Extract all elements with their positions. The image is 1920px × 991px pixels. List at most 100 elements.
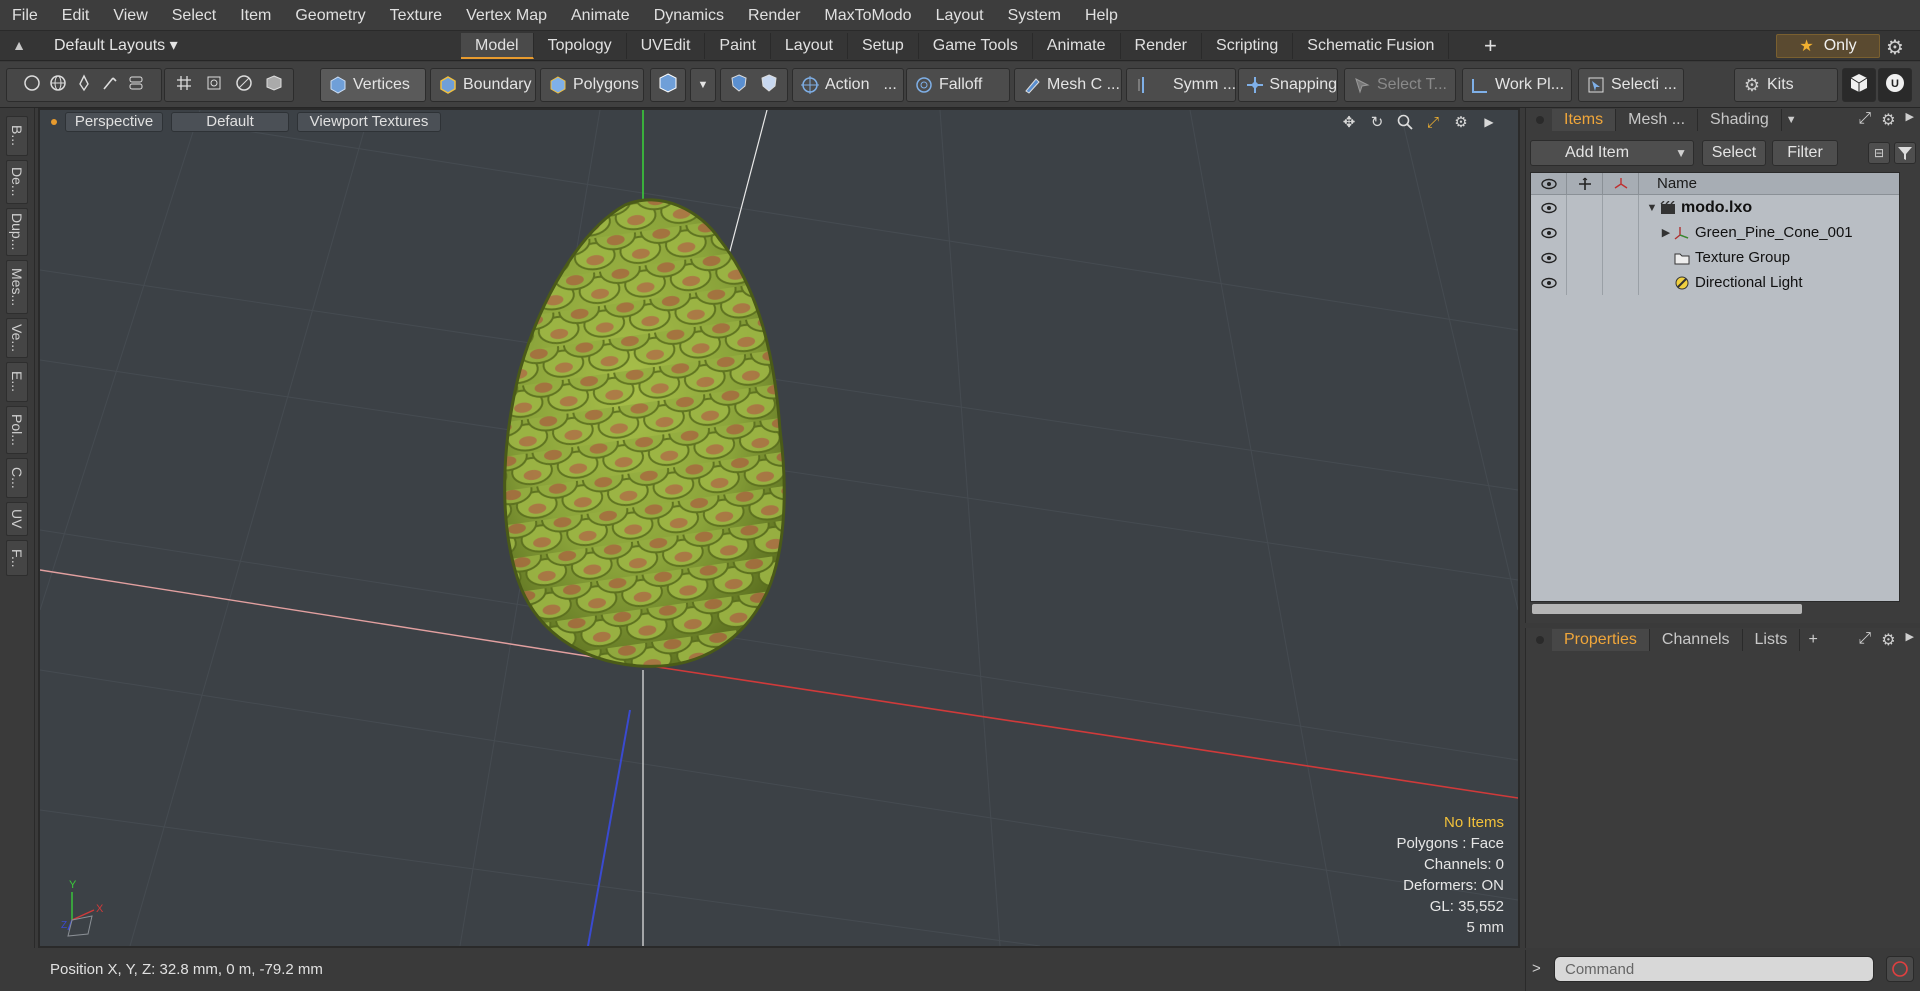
- tab-mesh-edit[interactable]: Mes...: [6, 260, 28, 314]
- boundary-button[interactable]: Boundary: [430, 68, 536, 102]
- tree-row-light[interactable]: Directional Light: [1531, 270, 1899, 295]
- lasso-icon[interactable]: [123, 74, 149, 97]
- collapse-all-icon[interactable]: ⊟: [1868, 142, 1890, 164]
- tab-shading[interactable]: Shading: [1698, 109, 1782, 131]
- tab-duplicate[interactable]: Dup...: [6, 208, 28, 256]
- menu-vertex-map[interactable]: Vertex Map: [454, 0, 559, 31]
- tab-vertex[interactable]: Ve...: [6, 318, 28, 358]
- tab-schematic-fusion[interactable]: Schematic Fusion: [1293, 33, 1450, 59]
- panel-more-icon[interactable]: ▶: [1906, 110, 1914, 130]
- tab-uvedit[interactable]: UVEdit: [627, 33, 706, 59]
- pine-cone-model[interactable]: [490, 190, 800, 680]
- mode-dropdown-button[interactable]: ▼: [690, 68, 716, 102]
- select-through-button[interactable]: Select T...: [1344, 68, 1456, 102]
- tab-edge[interactable]: E...: [6, 362, 28, 402]
- tab-mesh[interactable]: Mesh ...: [1616, 109, 1699, 131]
- panel-more-icon[interactable]: ▶: [1906, 630, 1914, 650]
- command-input[interactable]: [1554, 956, 1874, 982]
- panel-tabs-dropdown-icon[interactable]: ▼: [1786, 114, 1797, 126]
- tab-setup[interactable]: Setup: [848, 33, 919, 59]
- ring-icon[interactable]: [229, 74, 259, 97]
- menu-edit[interactable]: Edit: [50, 0, 102, 31]
- filter-button[interactable]: Filter: [1772, 140, 1838, 166]
- tab-lists[interactable]: Lists: [1743, 629, 1801, 651]
- menu-animate[interactable]: Animate: [559, 0, 642, 31]
- modo-cube-button[interactable]: [1842, 68, 1876, 102]
- expand-arrow-icon[interactable]: ▶: [1659, 226, 1673, 239]
- tree-row-texture-group[interactable]: Texture Group: [1531, 245, 1899, 270]
- tab-scripting[interactable]: Scripting: [1202, 33, 1294, 59]
- panel-gear-icon[interactable]: ⚙: [1881, 630, 1895, 650]
- visibility-eye-icon[interactable]: [1531, 270, 1567, 295]
- funnel-icon[interactable]: [1894, 142, 1916, 164]
- tab-render[interactable]: Render: [1121, 33, 1203, 59]
- menu-select[interactable]: Select: [160, 0, 228, 31]
- tab-deform[interactable]: De...: [6, 160, 28, 204]
- visibility-eye-icon[interactable]: [1531, 195, 1567, 220]
- menu-help[interactable]: Help: [1073, 0, 1130, 31]
- panel-menu-dot[interactable]: [1536, 116, 1544, 124]
- menu-system[interactable]: System: [996, 0, 1073, 31]
- add-item-button[interactable]: Add Item ▼: [1530, 140, 1694, 166]
- zoom-icon[interactable]: [1396, 113, 1414, 131]
- layout-dropdown[interactable]: Default Layouts ▾: [54, 35, 178, 57]
- brush-icon[interactable]: [97, 74, 123, 97]
- type-column-icon[interactable]: [1603, 173, 1639, 195]
- viewport-textures-button[interactable]: Viewport Textures: [297, 112, 441, 132]
- grid-icon[interactable]: [169, 74, 199, 97]
- menu-view[interactable]: View: [101, 0, 159, 31]
- tab-model[interactable]: Model: [461, 33, 534, 59]
- menu-render[interactable]: Render: [736, 0, 812, 31]
- visibility-column-icon[interactable]: [1531, 173, 1567, 195]
- visibility-eye-icon[interactable]: [1531, 220, 1567, 245]
- play-right-icon[interactable]: ▶: [1480, 113, 1498, 131]
- tab-polygon[interactable]: Pol...: [6, 406, 28, 454]
- command-history-arrow-icon[interactable]: >: [1532, 960, 1541, 977]
- tab-topology[interactable]: Topology: [534, 33, 627, 59]
- selection-sets-button[interactable]: Selecti ...: [1578, 68, 1684, 102]
- panel-gear-icon[interactable]: ⚙: [1881, 110, 1895, 130]
- viewport-menu-dot[interactable]: [51, 119, 57, 125]
- tree-row-scene[interactable]: ▼ modo.lxo: [1531, 195, 1899, 220]
- add-panel-tab-button[interactable]: +: [1808, 631, 1817, 649]
- menu-item[interactable]: Item: [228, 0, 283, 31]
- polygons-button[interactable]: Polygons: [540, 68, 644, 102]
- tab-channels[interactable]: Channels: [1650, 629, 1743, 651]
- snapping-button[interactable]: Snapping: [1238, 68, 1338, 102]
- tree-row-mesh[interactable]: ▶ Green_Pine_Cone_001: [1531, 220, 1899, 245]
- add-tab-button[interactable]: +: [1484, 33, 1497, 59]
- panel-expand-icon[interactable]: ⤢: [1858, 630, 1871, 650]
- name-column-header[interactable]: Name: [1639, 175, 1697, 192]
- symmetry-button[interactable]: Symm ...: [1126, 68, 1236, 102]
- shield-alt-icon[interactable]: [754, 73, 784, 98]
- tab-fusion[interactable]: F...: [6, 540, 28, 576]
- tab-basic[interactable]: B...: [6, 116, 28, 156]
- tab-paint[interactable]: Paint: [705, 33, 771, 59]
- visibility-eye-icon[interactable]: [1531, 245, 1567, 270]
- collapse-up-icon[interactable]: ▲: [10, 37, 28, 55]
- item-mode-button[interactable]: [650, 68, 686, 102]
- rotate-icon[interactable]: ↻: [1368, 113, 1386, 131]
- tab-items[interactable]: Items: [1552, 109, 1617, 131]
- mesh-constraints-button[interactable]: Mesh C ...: [1014, 68, 1122, 102]
- only-button[interactable]: ★ Only: [1776, 34, 1880, 58]
- vertices-button[interactable]: Vertices: [320, 68, 426, 102]
- scrollbar-thumb[interactable]: [1532, 604, 1802, 614]
- menu-file[interactable]: File: [0, 0, 50, 31]
- tab-game-tools[interactable]: Game Tools: [919, 33, 1033, 59]
- menu-maxtomodo[interactable]: MaxToModo: [812, 0, 923, 31]
- gear-icon[interactable]: ⚙: [1886, 35, 1904, 60]
- tab-properties[interactable]: Properties: [1552, 629, 1650, 651]
- shading-default-button[interactable]: Default: [171, 112, 289, 132]
- falloff-button[interactable]: Falloff: [906, 68, 1010, 102]
- select-button[interactable]: Select: [1702, 140, 1766, 166]
- perspective-button[interactable]: Perspective: [65, 112, 163, 132]
- solid-cube-icon[interactable]: [259, 74, 289, 97]
- viewport-gear-icon[interactable]: ⚙: [1452, 113, 1470, 131]
- globe-icon[interactable]: [45, 74, 71, 97]
- record-macro-button[interactable]: [1886, 956, 1914, 982]
- tab-animate[interactable]: Animate: [1033, 33, 1121, 59]
- action-button[interactable]: Action ...: [792, 68, 904, 102]
- menu-layout[interactable]: Layout: [924, 0, 996, 31]
- panel-expand-icon[interactable]: ⤢: [1858, 110, 1871, 130]
